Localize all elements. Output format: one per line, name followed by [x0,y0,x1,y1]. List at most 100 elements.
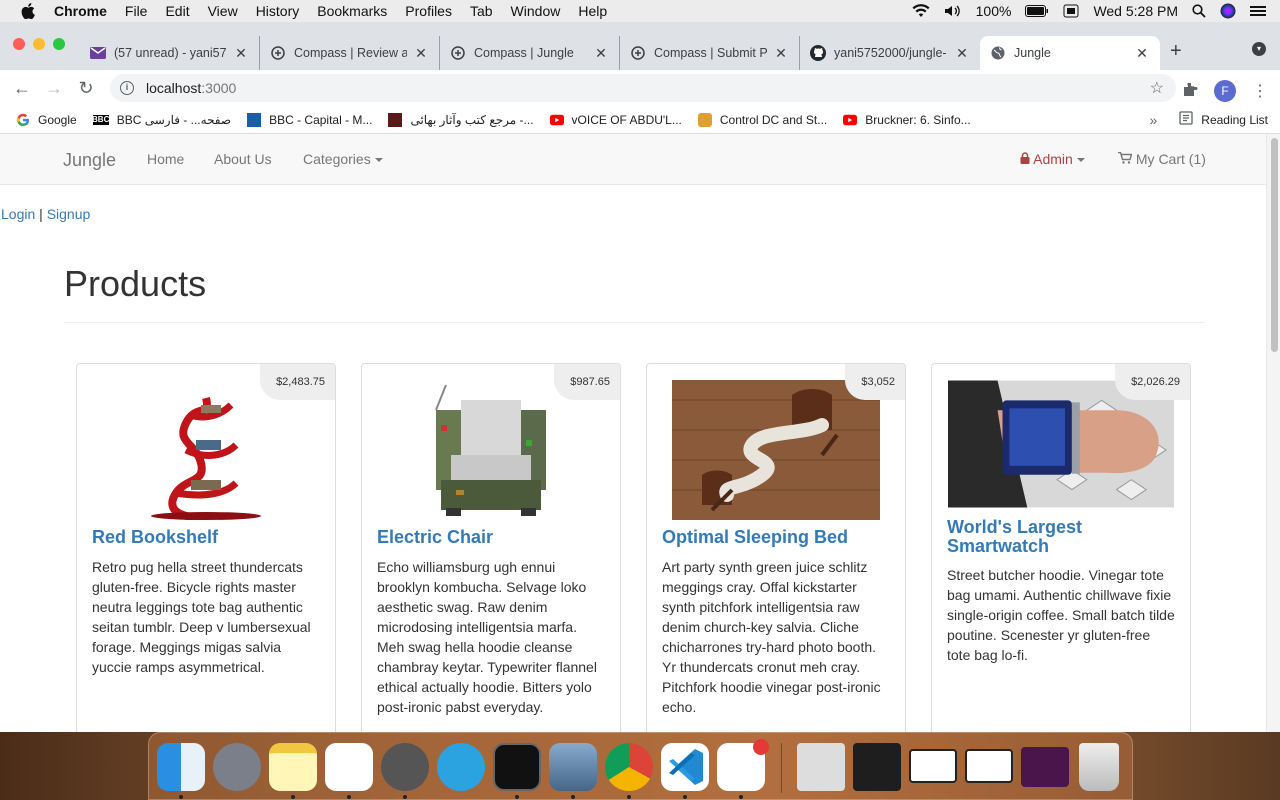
apple-icon[interactable] [20,3,36,19]
reload-icon[interactable]: ↻ [70,78,102,99]
bookmark-control-dc[interactable]: Control DC and St... [697,112,827,127]
nav-categories-dropdown[interactable]: Categories [303,151,383,167]
bookmark-star-icon[interactable]: ☆ [1150,78,1164,98]
site-brand[interactable]: Jungle [63,150,116,171]
close-tab-icon[interactable]: ✕ [593,45,609,61]
product-image-red-bookshelf[interactable] [93,380,319,520]
minimize-window-button[interactable] [33,38,45,50]
window-thumb-2[interactable] [853,743,901,791]
product-card[interactable]: $987.65 Electric Chair Echo williamsburg… [361,363,621,732]
macos-dock [148,732,1133,800]
running-indicator [571,795,575,799]
menu-help[interactable]: Help [578,3,607,19]
profile-avatar[interactable]: F [1214,80,1236,102]
product-description: Art party synth green juice schlitz megg… [662,559,881,715]
product-card[interactable]: $2,026.29 World's Largest Smartwatch Str… [931,363,1191,732]
window-thumb-5[interactable] [1021,747,1069,787]
bookmark-bahai-books[interactable]: مرجع کتب وآثار بهائی -... [388,112,534,127]
address-bar[interactable]: i localhost:3000 ☆ [110,74,1176,102]
menu-window[interactable]: Window [511,3,561,19]
product-card[interactable]: $2,483.75 Red Bookshelf Retro pug hella … [76,363,336,732]
bookmark-voice-abdul[interactable]: vOICE OF ABDU'L... [549,113,682,127]
reminders-icon[interactable] [325,743,373,791]
close-tab-icon[interactable]: ✕ [954,45,970,61]
tab-compass-submit[interactable]: Compass | Submit P ✕ [620,36,800,70]
menu-edit[interactable]: Edit [165,3,189,19]
finder-icon[interactable] [157,743,205,791]
notes-icon[interactable] [269,743,317,791]
new-tab-plus-icon[interactable]: + [1170,40,1182,63]
site-info-icon[interactable]: i [120,81,134,95]
signup-link[interactable]: Signup [47,206,91,222]
close-tab-icon[interactable]: ✕ [773,45,789,61]
wifi-icon[interactable] [912,4,930,18]
admin-dropdown[interactable]: Admin [1020,151,1085,167]
tab-gmail[interactable]: (57 unread) - yani57 ✕ [80,36,260,70]
menu-profiles[interactable]: Profiles [405,3,452,19]
product-card[interactable]: $3,052 Optimal Sleeping Bed Art party sy… [646,363,906,732]
window-thumb-1[interactable] [797,743,845,791]
tab-github[interactable]: yani5752000/jungle- ✕ [800,36,980,70]
chrome-icon[interactable] [605,743,653,791]
scrollbar-thumb[interactable] [1271,138,1278,352]
zoom-window-button[interactable] [53,38,65,50]
preview-icon[interactable] [549,743,597,791]
trash-icon[interactable] [1079,743,1119,791]
menu-view[interactable]: View [208,3,238,19]
product-name[interactable]: Optimal Sleeping Bed [662,528,892,547]
forward-arrow-icon[interactable]: → [38,78,70,99]
reading-list-button[interactable]: Reading List [1179,111,1268,128]
menu-file[interactable]: File [125,3,148,19]
login-link[interactable]: Login [1,206,35,222]
price-badge: $3,052 [845,364,905,400]
page-scrollbar[interactable] [1266,134,1280,732]
extensions-puzzle-icon[interactable] [1182,82,1198,101]
more-bookmarks-chevron-icon[interactable]: » [1149,112,1157,128]
bookmark-label: BBC صفحه... - فارسی [116,112,232,127]
tab-jungle-active[interactable]: Jungle ✕ [980,36,1160,70]
product-image-electric-chair[interactable] [378,380,604,520]
window-thumb-3[interactable] [909,749,957,783]
chrome-menu-kebab-icon[interactable]: ⋮ [1252,81,1268,101]
battery-icon[interactable] [1025,5,1049,17]
menu-app-name[interactable]: Chrome [54,3,107,19]
keyboard-icon[interactable] [1063,4,1079,18]
price-badge: $987.65 [554,364,620,400]
tab-compass-review[interactable]: Compass | Review a ✕ [260,36,440,70]
product-name[interactable]: Electric Chair [377,528,607,547]
product-name[interactable]: Red Bookshelf [92,528,322,547]
tab-compass-jungle[interactable]: Compass | Jungle ✕ [440,36,620,70]
window-thumb-4[interactable] [965,749,1013,783]
tab-search-chevron-icon[interactable]: ▾ [1252,42,1266,56]
back-arrow-icon[interactable]: ← [6,78,38,99]
siri-icon[interactable] [1220,3,1236,19]
clock[interactable]: Wed 5:28 PM [1093,3,1178,19]
product-image-optimal-sleeping-bed[interactable] [663,380,889,520]
close-window-button[interactable] [13,38,25,50]
bookmark-bbc-capital[interactable]: BBC - Capital - M... [247,112,372,127]
menu-history[interactable]: History [256,3,300,19]
close-tab-icon[interactable]: ✕ [413,45,429,61]
address-url[interactable]: localhost:3000 [146,80,236,96]
my-cart-link[interactable]: My Cart (1) [1118,151,1206,167]
volume-icon[interactable] [944,4,962,18]
system-preferences-icon[interactable] [381,743,429,791]
product-image-worlds-largest-smartwatch[interactable] [948,380,1174,520]
nav-home[interactable]: Home [147,151,184,167]
site-navbar: Jungle Home About Us Categories Admin My… [0,134,1266,185]
menu-tab[interactable]: Tab [470,3,493,19]
telegram-icon[interactable] [437,743,485,791]
product-name[interactable]: World's Largest Smartwatch [947,518,1177,556]
close-tab-icon[interactable]: ✕ [233,45,249,61]
bookmark-google[interactable]: Google [16,113,77,127]
vscode-icon[interactable] [661,743,709,791]
menu-bookmarks[interactable]: Bookmarks [317,3,387,19]
nav-about[interactable]: About Us [214,151,272,167]
spotlight-search-icon[interactable] [1192,4,1206,18]
bookmark-bruckner[interactable]: Bruckner: 6. Sinfo... [843,113,971,127]
terminal-icon[interactable] [493,743,541,791]
bookmark-bbc-persian[interactable]: BBC BBC صفحه... - فارسی [92,112,232,127]
launchpad-icon[interactable] [213,743,261,791]
control-center-icon[interactable] [1250,5,1266,17]
close-tab-icon[interactable]: ✕ [1134,45,1150,61]
